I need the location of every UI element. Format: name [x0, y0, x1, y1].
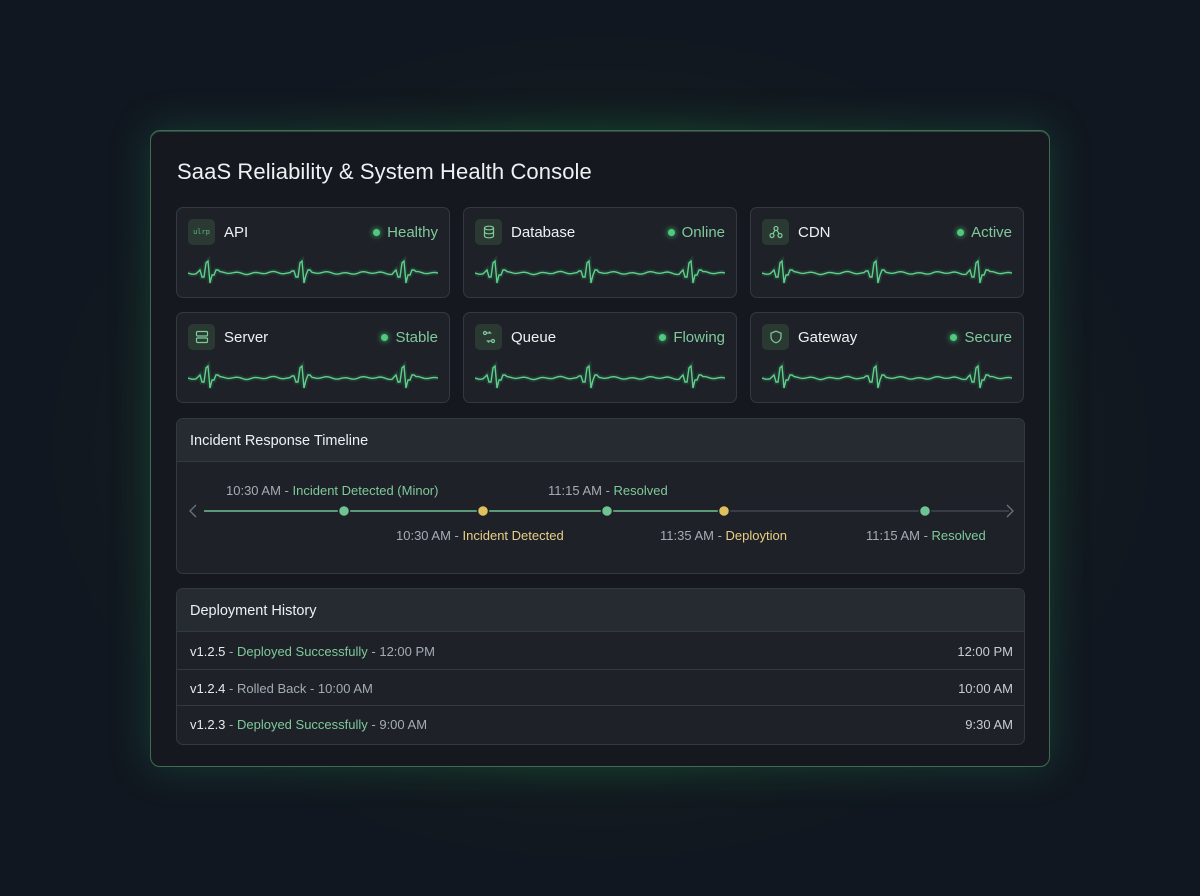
network-nodes-icon — [762, 219, 789, 245]
timeline-label-bottom: 11:15 AM - Resolved — [866, 528, 986, 543]
timeline-event-dot[interactable] — [600, 504, 614, 518]
status-dot — [381, 334, 389, 341]
status-indicator: Flowing — [659, 329, 725, 346]
status-indicator: Healthy — [373, 224, 438, 241]
service-card-gateway[interactable]: Gateway Secure — [750, 312, 1024, 403]
version-label: v1.2.4 — [190, 681, 226, 696]
heartbeat-sparkline — [762, 360, 1012, 389]
timeline-prev-arrow[interactable] — [189, 504, 197, 518]
timeline-event-dot[interactable] — [337, 504, 351, 518]
deployment-action: Deployed Successfully — [236, 717, 368, 732]
timeline-label-bottom: 10:30 AM - Incident Detected — [396, 528, 564, 543]
status-dot — [950, 334, 958, 341]
console-window: SaaS Reliability & System Health Console… — [150, 130, 1050, 767]
deployment-time: 10:00 AM — [958, 681, 1013, 696]
service-name: Database — [511, 224, 576, 241]
status-indicator: Active — [957, 224, 1012, 241]
api-code-icon: ulrp — [188, 219, 215, 245]
status-dot — [957, 229, 965, 236]
heartbeat-sparkline — [475, 255, 725, 284]
version-label: v1.2.5 — [190, 644, 226, 659]
service-name: Server — [224, 329, 269, 346]
heartbeat-sparkline — [188, 360, 438, 389]
service-name: Queue — [511, 329, 557, 346]
status-indicator: Secure — [950, 329, 1012, 346]
panel-title: Incident Response Timeline — [177, 419, 1024, 462]
service-card-api[interactable]: ulrp API Healthy — [176, 207, 450, 298]
status-text: Healthy — [387, 224, 438, 241]
service-card-server[interactable]: Server Stable — [176, 312, 450, 403]
service-name: Gateway — [798, 329, 858, 346]
deployment-history-panel: Deployment History v1.2.5 - Deployed Suc… — [176, 588, 1025, 745]
heartbeat-sparkline — [188, 255, 438, 284]
database-icon — [475, 219, 502, 245]
status-text: Secure — [964, 329, 1012, 346]
status-dot — [373, 229, 381, 236]
deployment-time: 12:00 PM — [957, 644, 1013, 659]
server-icon — [188, 324, 215, 350]
incident-timeline-panel: Incident Response Timeline 10:30 AM - In… — [176, 418, 1025, 574]
status-text: Stable — [395, 329, 438, 346]
timeline-warning-dot[interactable] — [717, 504, 731, 518]
deployment-action: Rolled Back — [236, 681, 307, 696]
deployment-row[interactable]: v1.2.3 - Deployed Successfully - 9:00 AM… — [177, 705, 1024, 741]
status-dot — [659, 334, 667, 341]
deployment-action: Deployed Successfully — [236, 644, 368, 659]
timeline-label-top: 10:30 AM - Incident Detected (Minor) — [226, 483, 439, 498]
panel-title: Deployment History — [177, 589, 1024, 632]
service-card-cdn[interactable]: CDN Active — [750, 207, 1024, 298]
status-text: Flowing — [673, 329, 725, 346]
status-indicator: Stable — [381, 329, 438, 346]
status-text: Online — [681, 224, 725, 241]
timeline-warning-dot[interactable] — [476, 504, 490, 518]
deployment-row[interactable]: v1.2.5 - Deployed Successfully - 12:00 P… — [177, 633, 1024, 669]
timeline-track — [189, 504, 1014, 518]
deployment-time: 9:30 AM — [965, 717, 1013, 732]
service-name: API — [224, 224, 249, 241]
timeline-label-top: 11:15 AM - Resolved — [548, 483, 668, 498]
page-title: SaaS Reliability & System Health Console — [177, 159, 592, 184]
shield-icon — [762, 324, 789, 350]
version-label: v1.2.3 — [190, 717, 226, 732]
heartbeat-sparkline — [762, 255, 1012, 284]
service-card-queue[interactable]: Queue Flowing — [463, 312, 737, 403]
status-dot — [667, 229, 675, 236]
status-text: Active — [971, 224, 1012, 241]
service-name: CDN — [798, 224, 831, 241]
queue-flow-icon — [475, 324, 502, 350]
heartbeat-sparkline — [475, 360, 725, 389]
deployment-row[interactable]: v1.2.4 - Rolled Back - 10:00 AM 10:00 AM — [177, 669, 1024, 705]
timeline-label-bottom: 11:35 AM - Deploytion — [660, 528, 787, 543]
timeline-event-dot[interactable] — [918, 504, 932, 518]
service-card-database[interactable]: Database Online — [463, 207, 737, 298]
status-indicator: Online — [667, 224, 725, 241]
